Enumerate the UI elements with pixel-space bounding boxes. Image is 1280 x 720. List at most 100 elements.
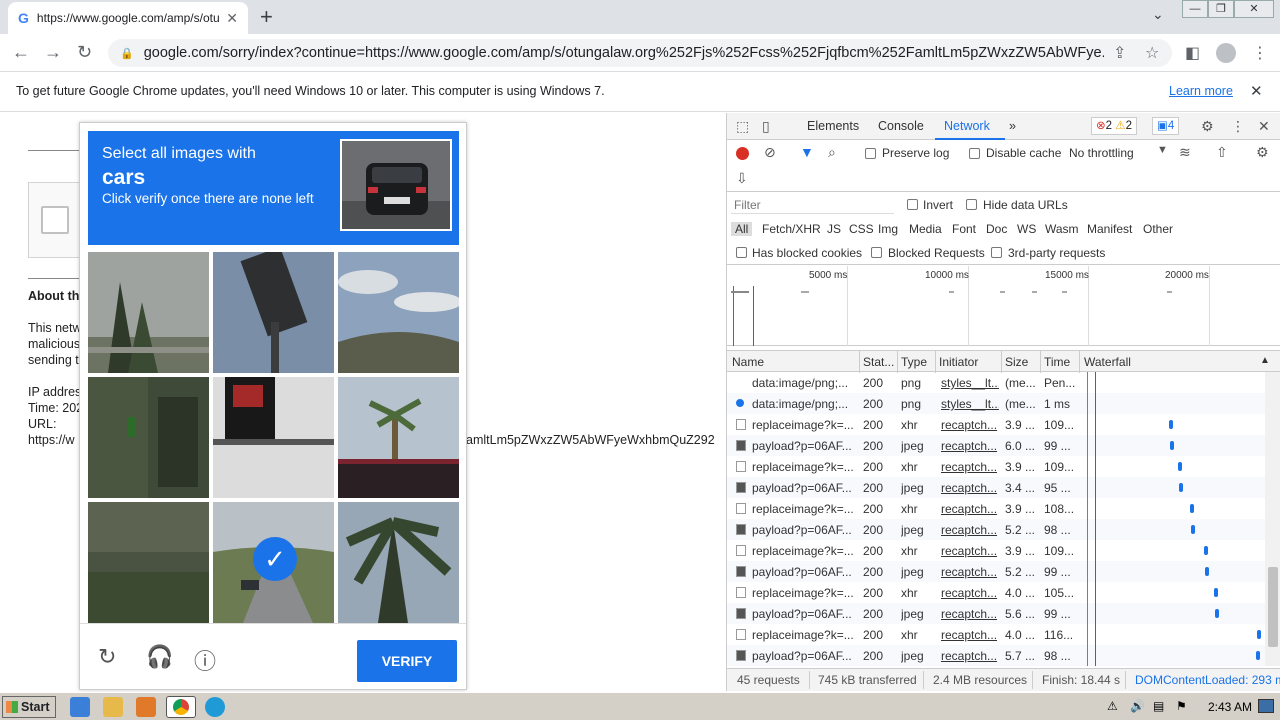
minimize-button[interactable]: — <box>1182 0 1208 18</box>
filter-type-js[interactable]: JS <box>827 222 841 236</box>
edge-icon[interactable] <box>205 697 225 717</box>
image-tile[interactable] <box>213 377 334 498</box>
filter-type-font[interactable]: Font <box>952 222 976 236</box>
more-tabs-icon[interactable]: » <box>1009 119 1016 133</box>
col-time[interactable]: Time <box>1044 355 1070 369</box>
messages-badge[interactable]: ▣4 <box>1152 117 1180 135</box>
clear-icon[interactable]: ⊘ <box>764 144 776 161</box>
network-row[interactable]: payload?p=06AF... 200 jpeg recaptch... 5.2 .… <box>727 519 1265 540</box>
col-waterfall[interactable]: Waterfall <box>1084 355 1131 369</box>
tab-console[interactable]: Console <box>878 119 924 133</box>
request-initiator[interactable]: styles__lt... <box>941 397 999 411</box>
has-blocked-cookies-checkbox[interactable] <box>736 247 747 258</box>
image-tile[interactable] <box>338 252 459 373</box>
tab-network[interactable]: Network <box>944 119 990 133</box>
tab-search-chevron-icon[interactable]: ⌄ <box>1152 6 1164 23</box>
col-size[interactable]: Size <box>1005 355 1028 369</box>
network-row[interactable]: replaceimage?k=... 200 xhr recaptch... 3.9 .… <box>727 456 1265 477</box>
filter-type-img[interactable]: Img <box>878 222 898 236</box>
ie-icon[interactable] <box>70 697 90 717</box>
start-button[interactable]: Start <box>2 696 56 718</box>
network-conditions-icon[interactable]: ≋ <box>1179 144 1191 161</box>
filter-input[interactable]: Filter <box>731 196 894 214</box>
lock-icon[interactable]: 🔒 <box>120 47 134 60</box>
import-har-icon[interactable]: ⇧ <box>1216 144 1228 161</box>
network-row[interactable]: payload?p=06AF... 200 jpeg recaptch... 5.2 .… <box>727 561 1265 582</box>
blocked-requests-checkbox[interactable] <box>871 247 882 258</box>
filter-type-all[interactable]: All <box>731 222 753 236</box>
close-devtools-icon[interactable]: ✕ <box>1258 118 1270 135</box>
devtools-menu-icon[interactable]: ⋮ <box>1231 118 1245 135</box>
scrollbar-thumb[interactable] <box>1268 567 1278 647</box>
filter-type-doc[interactable]: Doc <box>986 222 1007 236</box>
reload-challenge-icon[interactable]: ↻ <box>98 644 116 670</box>
request-initiator[interactable]: recaptch... <box>941 586 999 600</box>
kebab-menu-icon[interactable]: ⋮ <box>1252 43 1268 63</box>
request-initiator[interactable]: recaptch... <box>941 607 999 621</box>
filter-type-ws[interactable]: WS <box>1017 222 1036 236</box>
request-initiator[interactable]: recaptch... <box>941 418 999 432</box>
third-party-checkbox[interactable] <box>991 247 1002 258</box>
back-arrow-icon[interactable]: ← <box>12 42 30 63</box>
image-tile[interactable] <box>88 502 209 623</box>
close-infobar-icon[interactable]: ✕ <box>1250 82 1263 100</box>
verify-button[interactable]: VERIFY <box>357 640 457 682</box>
network-row[interactable]: data:image/png;... 200 png styles__lt... (me… <box>727 372 1265 393</box>
media-player-icon[interactable] <box>136 697 156 717</box>
filter-type-css[interactable]: CSS <box>849 222 874 236</box>
network-row[interactable]: payload?p=06AF... 200 jpeg recaptch... 3.4 .… <box>727 477 1265 498</box>
image-tile[interactable] <box>213 252 334 373</box>
learn-more-link[interactable]: Learn more <box>1169 84 1233 98</box>
forward-arrow-icon[interactable]: → <box>44 42 62 63</box>
image-tile[interactable] <box>338 502 459 623</box>
warning-tray-icon[interactable]: ⚠ <box>1107 699 1118 713</box>
address-bar[interactable]: 🔒 google.com/sorry/index?continue=https:… <box>108 39 1172 67</box>
network-tray-icon[interactable]: ▤ <box>1153 699 1164 713</box>
image-tile-selected[interactable]: ✓ <box>213 502 334 623</box>
filter-type-other[interactable]: Other <box>1143 222 1173 236</box>
request-initiator[interactable]: recaptch... <box>941 439 999 453</box>
col-name[interactable]: Name <box>732 355 764 369</box>
network-row[interactable]: replaceimage?k=... 200 xhr recaptch... 3.9 .… <box>727 540 1265 561</box>
network-row[interactable]: payload?p=06AF... 200 jpeg recaptch... 5.7 .… <box>727 645 1265 666</box>
explorer-folder-icon[interactable] <box>103 697 123 717</box>
close-tab-icon[interactable]: ✕ <box>226 10 238 27</box>
request-initiator[interactable]: recaptch... <box>941 523 999 537</box>
network-row[interactable]: replaceimage?k=... 200 xhr recaptch... 3.9 .… <box>727 414 1265 435</box>
device-toolbar-icon[interactable]: ▯ <box>762 118 770 135</box>
request-initiator[interactable]: recaptch... <box>941 502 999 516</box>
preserve-log-checkbox[interactable] <box>865 148 876 159</box>
reload-icon[interactable]: ↻ <box>77 42 92 63</box>
filter-type-media[interactable]: Media <box>909 222 942 236</box>
network-row[interactable]: payload?p=06AF... 200 jpeg recaptch... 6.0 .… <box>727 435 1265 456</box>
network-row[interactable]: replaceimage?k=... 200 xhr recaptch... 4.0 .… <box>727 582 1265 603</box>
request-initiator[interactable]: recaptch... <box>941 460 999 474</box>
issues-badge[interactable]: ⊗2 ⚠2 <box>1091 117 1137 135</box>
hide-data-urls-checkbox[interactable] <box>966 199 977 210</box>
network-row[interactable]: payload?p=06AF... 200 jpeg recaptch... 5.6 .… <box>727 603 1265 624</box>
request-initiator[interactable]: recaptch... <box>941 649 999 663</box>
throttling-dropdown-icon[interactable]: ▼ <box>1157 144 1168 156</box>
network-settings-icon[interactable]: ⚙ <box>1256 144 1269 161</box>
image-tile[interactable] <box>88 252 209 373</box>
bookmark-star-icon[interactable]: ☆ <box>1145 43 1159 63</box>
request-initiator[interactable]: styles__lt... <box>941 376 999 390</box>
info-icon[interactable]: ⓘ <box>194 644 216 676</box>
restore-button[interactable]: ❐ <box>1208 0 1234 18</box>
throttling-select[interactable]: No throttling <box>1069 146 1134 160</box>
new-tab-button[interactable]: + <box>260 4 273 30</box>
disable-cache-checkbox[interactable] <box>969 148 980 159</box>
share-icon[interactable]: ⇪ <box>1113 43 1126 63</box>
col-status[interactable]: Stat... <box>863 355 894 369</box>
request-initiator[interactable]: recaptch... <box>941 544 999 558</box>
tab-elements[interactable]: Elements <box>807 119 859 133</box>
filter-type-wasm[interactable]: Wasm <box>1045 222 1079 236</box>
request-initiator[interactable]: recaptch... <box>941 628 999 642</box>
show-desktop-icon[interactable] <box>1258 699 1274 713</box>
col-initiator[interactable]: Initiator <box>939 355 978 369</box>
audio-challenge-icon[interactable]: 🎧 <box>146 644 173 670</box>
filter-funnel-icon[interactable]: ▼ <box>800 144 814 160</box>
invert-checkbox[interactable] <box>907 199 918 210</box>
network-row[interactable]: replaceimage?k=... 200 xhr recaptch... 3.9 .… <box>727 498 1265 519</box>
profile-avatar-icon[interactable] <box>1216 43 1236 63</box>
